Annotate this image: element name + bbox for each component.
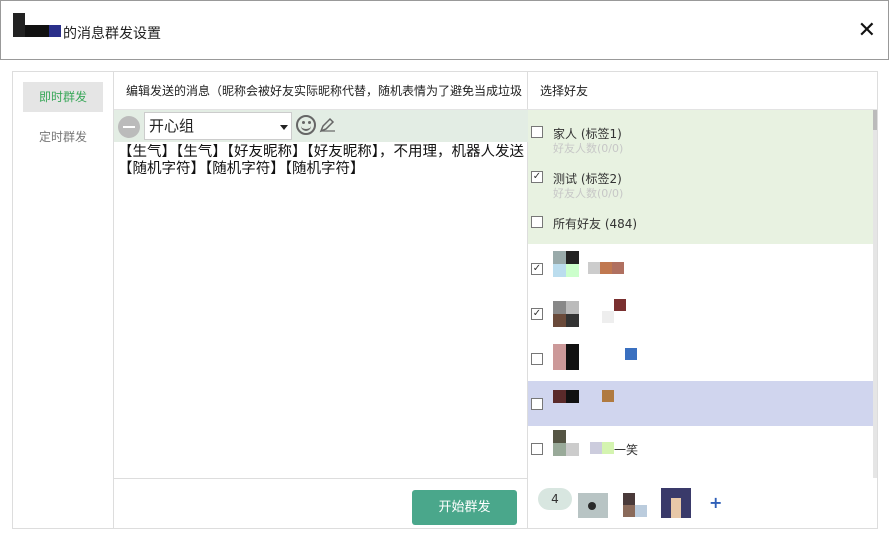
avatar bbox=[553, 301, 579, 327]
chevron-down-icon bbox=[280, 125, 288, 130]
group-name: 所有好友 (484) bbox=[553, 217, 638, 231]
friend-list: 家人 (标签1) 好友人数(0/0) ✓ 测试 (标签2) 好友人数(0/0) … bbox=[528, 110, 877, 478]
avatar bbox=[553, 344, 579, 370]
selected-friends-bar: 4 + bbox=[528, 478, 877, 528]
left-nav: 即时群发 定时群发 bbox=[13, 72, 114, 528]
contact-checkbox[interactable] bbox=[531, 398, 543, 410]
selected-avatar[interactable] bbox=[578, 488, 608, 518]
selected-avatar[interactable] bbox=[661, 488, 691, 518]
add-friend-icon[interactable]: + bbox=[709, 493, 722, 512]
contact-row[interactable]: ✓ bbox=[528, 291, 873, 336]
selected-avatar[interactable] bbox=[623, 488, 653, 518]
avatar bbox=[553, 390, 579, 416]
friend-select-panel: 选择好友 家人 (标签1) 好友人数(0/0) ✓ 测试 (标签2) 好友人数(… bbox=[528, 72, 877, 528]
start-broadcast-button[interactable]: 开始群发 bbox=[412, 490, 517, 525]
contact-name: 一笑 bbox=[614, 443, 639, 457]
contact-checkbox[interactable] bbox=[531, 353, 543, 365]
group-row-test[interactable]: ✓ 测试 (标签2) 好友人数(0/0) bbox=[528, 155, 873, 200]
remove-group-icon[interactable] bbox=[118, 116, 140, 138]
avatar bbox=[553, 430, 579, 456]
message-textarea[interactable]: 【生气】【生气】【好友昵称】【好友昵称】，不用理，机器人发送【随机字符】【随机字… bbox=[118, 144, 526, 479]
group-checkbox[interactable] bbox=[531, 126, 543, 138]
group-checkbox[interactable] bbox=[531, 216, 543, 228]
contact-checkbox-checked[interactable]: ✓ bbox=[531, 308, 543, 320]
dialog-body: 即时群发 定时群发 编辑发送的消息（昵称会被好友实际昵称代替，随机表情为了避免当… bbox=[12, 71, 878, 529]
group-count: 好友人数(0/0) bbox=[553, 142, 624, 155]
scrollbar-thumb[interactable] bbox=[873, 110, 877, 130]
avatar bbox=[553, 251, 579, 277]
selected-count-badge: 4 bbox=[538, 488, 572, 510]
group-checkbox-checked[interactable]: ✓ bbox=[531, 171, 543, 183]
group-count: 好友人数(0/0) bbox=[553, 187, 624, 200]
title-bar: 的消息群发设置 ✕ bbox=[0, 0, 889, 60]
window-title: 的消息群发设置 bbox=[63, 26, 161, 42]
smiley-icon[interactable] bbox=[296, 115, 316, 135]
group-row-family[interactable]: 家人 (标签1) 好友人数(0/0) bbox=[528, 110, 873, 155]
pen-icon[interactable] bbox=[318, 116, 336, 134]
editor-footer: 开始群发 bbox=[114, 478, 528, 528]
editor-header: 编辑发送的消息（昵称会被好友实际昵称代替，随机表情为了避免当成垃圾 bbox=[114, 72, 528, 110]
nav-item-instant[interactable]: 即时群发 bbox=[23, 82, 103, 112]
group-row-all[interactable]: 所有好友 (484) bbox=[528, 200, 873, 245]
scrollbar[interactable] bbox=[873, 110, 877, 478]
group-select-value: 开心组 bbox=[149, 117, 195, 135]
editor-toolbar: 开心组 bbox=[114, 110, 528, 142]
contact-row[interactable]: 一笑 bbox=[528, 426, 873, 471]
contact-row-highlighted[interactable] bbox=[528, 381, 873, 426]
app-logo bbox=[13, 13, 63, 39]
contact-row[interactable] bbox=[528, 336, 873, 381]
contact-checkbox[interactable] bbox=[531, 443, 543, 455]
nav-item-scheduled[interactable]: 定时群发 bbox=[23, 122, 103, 152]
close-icon[interactable]: ✕ bbox=[858, 20, 876, 42]
contact-checkbox-checked[interactable]: ✓ bbox=[531, 263, 543, 275]
group-select[interactable]: 开心组 bbox=[144, 112, 292, 140]
friend-select-header: 选择好友 bbox=[528, 72, 877, 110]
message-editor-panel: 编辑发送的消息（昵称会被好友实际昵称代替，随机表情为了避免当成垃圾 开心组 【生… bbox=[114, 72, 528, 528]
contact-row[interactable]: ✓ bbox=[528, 246, 873, 291]
